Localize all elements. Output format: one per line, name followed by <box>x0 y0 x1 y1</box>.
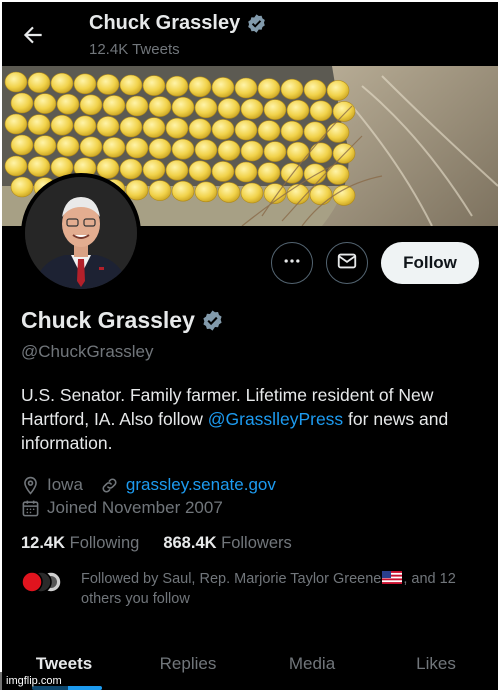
tab-tweets-label: Tweets <box>35 654 93 673</box>
tweet-count: 12.4K Tweets <box>89 41 180 58</box>
display-name-text: Chuck Grassley <box>21 307 195 333</box>
us-flag-icon <box>382 570 403 584</box>
avatar[interactable] <box>21 173 141 293</box>
following-stat[interactable]: 12.4K Following <box>21 534 139 553</box>
verified-badge-icon <box>246 13 267 34</box>
more-button[interactable] <box>271 242 313 284</box>
profile-meta-joined-row: Joined November 2007 <box>21 497 223 519</box>
tab-media-label: Media <box>288 654 336 673</box>
link-icon <box>100 476 119 495</box>
screenshot-frame: Chuck Grassley 12.4K Tweets Follow Chuck… <box>0 0 500 692</box>
location-icon <box>21 476 40 495</box>
location-text: Iowa <box>47 475 83 494</box>
followers-label: Followers <box>221 534 292 552</box>
tab-replies[interactable]: Replies <box>126 638 250 690</box>
top-bar: Chuck Grassley 12.4K Tweets <box>2 2 498 66</box>
tab-replies-label: Replies <box>159 654 217 673</box>
follow-button[interactable]: Follow <box>381 242 479 284</box>
follow-stats: 12.4K Following 868.4K Followers <box>21 534 292 553</box>
more-icon <box>282 251 302 276</box>
profile-screen: Chuck Grassley 12.4K Tweets Follow Chuck… <box>2 2 498 690</box>
followers-count: 868.4K <box>163 534 217 552</box>
profile-tabs: Tweets Replies Media Likes <box>2 638 498 690</box>
following-label: Following <box>69 534 140 552</box>
tab-likes-label: Likes <box>416 654 456 673</box>
calendar-icon <box>21 499 40 518</box>
profile-handle: @ChuckGrassley <box>21 342 154 361</box>
joined-text: Joined November 2007 <box>47 498 223 517</box>
website-link[interactable]: grassley.senate.gov <box>126 475 276 495</box>
verified-badge-icon[interactable] <box>201 309 224 332</box>
followed-by-names: Followed by Saul, Rep. Marjorie Taylor G… <box>81 571 382 587</box>
back-arrow-icon[interactable] <box>20 22 46 48</box>
imgflip-watermark: imgflip.com <box>0 672 68 690</box>
profile-bio: U.S. Senator. Family farmer. Lifetime re… <box>21 383 481 455</box>
header-title: Chuck Grassley <box>89 12 267 35</box>
following-count: 12.4K <box>21 534 66 552</box>
message-icon <box>336 250 358 277</box>
bio-mention-link[interactable]: @GrasslleyPress <box>208 409 343 429</box>
followers-stat[interactable]: 868.4K Followers <box>163 534 291 553</box>
mutual-follower-avatars <box>21 571 65 593</box>
tab-likes[interactable]: Likes <box>374 638 498 690</box>
profile-meta-location-row: Iowa grassley.senate.gov <box>21 474 276 496</box>
profile-name: Chuck Grassley <box>21 307 224 334</box>
header-name: Chuck Grassley <box>89 12 241 34</box>
message-button[interactable] <box>326 242 368 284</box>
tab-media[interactable]: Media <box>250 638 374 690</box>
followed-by-text: Followed by Saul, Rep. Marjorie Taylor G… <box>81 569 481 609</box>
